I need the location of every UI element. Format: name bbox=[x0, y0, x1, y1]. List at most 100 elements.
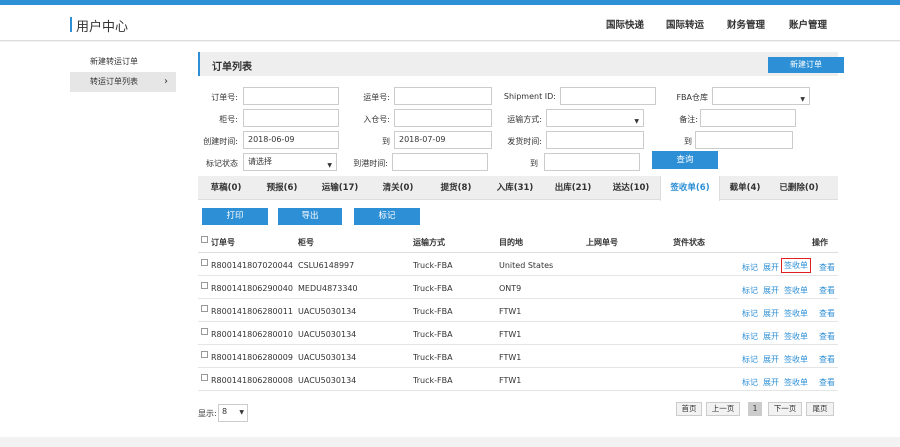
page-size-select[interactable]: 8 ▼ bbox=[218, 404, 248, 422]
expand-link[interactable]: 展开 bbox=[763, 354, 779, 365]
signed-receipt-link[interactable]: 签收单 bbox=[784, 377, 808, 388]
select-all-checkbox[interactable] bbox=[201, 236, 208, 243]
page-size-value: 8 bbox=[222, 407, 228, 416]
tab-draft[interactable]: 草稿(0) bbox=[198, 176, 254, 200]
last-page-button[interactable]: 尾页 bbox=[806, 402, 834, 416]
tab-cutoff[interactable]: 截单(4) bbox=[720, 176, 770, 200]
col-operations: 操作 bbox=[812, 238, 828, 247]
destination: United States bbox=[499, 261, 554, 270]
fba-warehouse-select[interactable]: ▼ bbox=[712, 87, 810, 105]
row-checkbox[interactable] bbox=[201, 374, 208, 381]
status-tabs: 草稿(0) 预报(6) 运输(17) 清关(0) 提货(8) 入库(31) 出库… bbox=[198, 176, 838, 201]
inbound-no-label: 入仓号: bbox=[363, 115, 390, 124]
tracking-no-label: 运单号: bbox=[363, 93, 390, 102]
mark-link[interactable]: 标记 bbox=[742, 262, 758, 273]
new-order-button[interactable]: 新建订单 bbox=[768, 57, 844, 73]
transport: Truck-FBA bbox=[413, 307, 453, 316]
row-checkbox[interactable] bbox=[201, 351, 208, 358]
created-to-input[interactable]: 2018-07-09 bbox=[394, 131, 492, 149]
tab-deleted[interactable]: 已删除(0) bbox=[770, 176, 828, 200]
remark-input[interactable] bbox=[700, 109, 796, 127]
tracking-no-input[interactable] bbox=[394, 87, 492, 105]
ship-to-input[interactable] bbox=[695, 131, 793, 149]
created-from-input[interactable]: 2018-06-09 bbox=[243, 131, 339, 149]
view-link[interactable]: 查看 bbox=[819, 331, 835, 342]
created-to-label: 到 bbox=[382, 137, 390, 146]
mark-link[interactable]: 标记 bbox=[742, 331, 758, 342]
tab-transport[interactable]: 运输(17) bbox=[310, 176, 370, 200]
footer bbox=[0, 437, 900, 447]
mark-button[interactable]: 标记 bbox=[354, 208, 420, 225]
row-checkbox[interactable] bbox=[201, 282, 208, 289]
signed-receipt-link[interactable]: 签收单 bbox=[784, 354, 808, 365]
signed-receipt-link[interactable]: 签收单 bbox=[784, 308, 808, 319]
table-row: R800141807020044 CSLU6148997 Truck-FBA U… bbox=[198, 253, 838, 276]
transport: Truck-FBA bbox=[413, 284, 453, 293]
transport: Truck-FBA bbox=[413, 376, 453, 385]
expand-link[interactable]: 展开 bbox=[763, 262, 779, 273]
nav-finance[interactable]: 财务管理 bbox=[727, 17, 765, 31]
first-page-button[interactable]: 首页 bbox=[676, 402, 702, 416]
inbound-no-input[interactable] bbox=[394, 109, 492, 127]
next-page-button[interactable]: 下一页 bbox=[768, 402, 802, 416]
sidebar-item-new-order[interactable]: 新建转运订单 bbox=[70, 52, 176, 72]
mark-link[interactable]: 标记 bbox=[742, 308, 758, 319]
tab-inbound[interactable]: 入库(31) bbox=[486, 176, 544, 200]
view-link[interactable]: 查看 bbox=[819, 262, 835, 273]
view-link[interactable]: 查看 bbox=[819, 354, 835, 365]
col-online-no: 上网单号 bbox=[586, 238, 618, 247]
expand-link[interactable]: 展开 bbox=[763, 377, 779, 388]
row-checkbox[interactable] bbox=[201, 259, 208, 266]
table-row: R800141806290040 MEDU4873340 Truck-FBA O… bbox=[198, 276, 838, 299]
signed-receipt-link[interactable]: 签收单 bbox=[784, 285, 808, 296]
export-button[interactable]: 导出 bbox=[278, 208, 342, 225]
mark-status-select[interactable]: 请选择 ▼ bbox=[243, 153, 337, 171]
sidebar-item-order-list[interactable]: 转运订单列表 › bbox=[70, 72, 176, 92]
container-no-input[interactable] bbox=[243, 109, 339, 127]
nav-account[interactable]: 账户管理 bbox=[789, 17, 827, 31]
order-no: R800141806290040 bbox=[211, 284, 293, 293]
tab-forecast[interactable]: 预报(6) bbox=[254, 176, 310, 200]
created-time-label: 创建时间: bbox=[203, 137, 238, 146]
transport: Truck-FBA bbox=[413, 330, 453, 339]
view-link[interactable]: 查看 bbox=[819, 285, 835, 296]
expand-link[interactable]: 展开 bbox=[763, 285, 779, 296]
arrive-to-input[interactable] bbox=[544, 153, 640, 171]
tab-delivered[interactable]: 送达(10) bbox=[602, 176, 660, 200]
container-no: UACU5030134 bbox=[298, 353, 357, 362]
transport-label: 运输方式: bbox=[507, 115, 542, 124]
current-page[interactable]: 1 bbox=[748, 402, 762, 416]
nav-international-express[interactable]: 国际快递 bbox=[606, 17, 644, 31]
mark-link[interactable]: 标记 bbox=[742, 354, 758, 365]
ship-from-input[interactable] bbox=[546, 131, 644, 149]
order-no-input[interactable] bbox=[243, 87, 339, 105]
page-size-label: 显示: bbox=[198, 409, 217, 418]
tab-outbound[interactable]: 出库(21) bbox=[544, 176, 602, 200]
tab-pickup[interactable]: 提货(8) bbox=[426, 176, 486, 200]
mark-link[interactable]: 标记 bbox=[742, 377, 758, 388]
tab-signed-receipt[interactable]: 签收单(6) bbox=[660, 176, 720, 201]
print-button[interactable]: 打印 bbox=[202, 208, 268, 225]
transport: Truck-FBA bbox=[413, 353, 453, 362]
table-header: 订单号 柜号 运输方式 目的地 上网单号 货件状态 操作 bbox=[198, 231, 838, 253]
row-checkbox[interactable] bbox=[201, 305, 208, 312]
table-row: R800141806280009 UACU5030134 Truck-FBA F… bbox=[198, 345, 838, 368]
mark-status-value: 请选择 bbox=[248, 157, 272, 166]
tab-customs[interactable]: 清关(0) bbox=[370, 176, 426, 200]
row-checkbox[interactable] bbox=[201, 328, 208, 335]
signed-receipt-link[interactable]: 签收单 bbox=[781, 258, 811, 273]
col-transport: 运输方式 bbox=[413, 238, 445, 247]
view-link[interactable]: 查看 bbox=[819, 377, 835, 388]
prev-page-button[interactable]: 上一页 bbox=[706, 402, 740, 416]
mark-link[interactable]: 标记 bbox=[742, 285, 758, 296]
expand-link[interactable]: 展开 bbox=[763, 308, 779, 319]
signed-receipt-link[interactable]: 签收单 bbox=[784, 331, 808, 342]
transport-select[interactable]: ▼ bbox=[546, 109, 644, 127]
order-no: R800141806280008 bbox=[211, 376, 293, 385]
shipment-id-input[interactable] bbox=[560, 87, 656, 105]
view-link[interactable]: 查看 bbox=[819, 308, 835, 319]
query-button[interactable]: 查询 bbox=[652, 151, 718, 169]
arrive-from-input[interactable] bbox=[392, 153, 488, 171]
nav-international-forwarding[interactable]: 国际转运 bbox=[666, 17, 704, 31]
expand-link[interactable]: 展开 bbox=[763, 331, 779, 342]
